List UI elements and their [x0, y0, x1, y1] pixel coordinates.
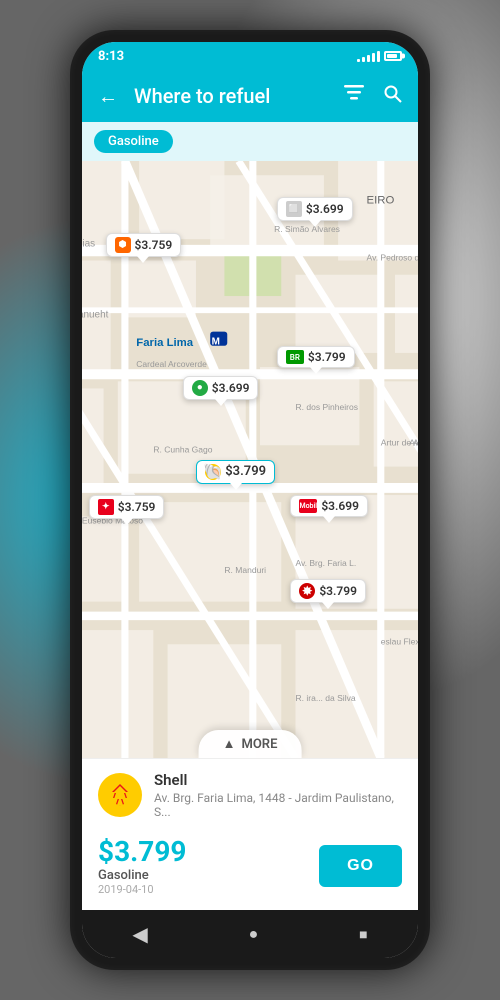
phone-frame: 8:13 ← Where to refuel	[70, 30, 430, 970]
shell-logo-svg	[105, 780, 135, 810]
svg-text:R. Cunha Gago: R. Cunha Gago	[153, 444, 212, 454]
status-time: 8:13	[98, 49, 124, 64]
station-card: Shell Av. Brg. Faria Lima, 1448 - Jardim…	[82, 758, 418, 910]
pin-logo-8: ✸	[299, 583, 315, 599]
pin-price-2: $3.699	[306, 202, 344, 216]
pin-price-7: $3.699	[321, 499, 359, 513]
filter-bar: Gasoline	[82, 122, 418, 161]
pin-logo-7: Mobil	[299, 499, 317, 513]
pin-logo-6: ✦	[98, 499, 114, 515]
search-icon[interactable]	[380, 81, 406, 112]
svg-text:EIRO: EIRO	[367, 195, 395, 207]
status-icons	[357, 50, 402, 62]
pin-price-3: $3.699	[212, 381, 250, 395]
more-label: MORE	[241, 737, 277, 752]
battery-fill	[387, 54, 397, 58]
back-button[interactable]: ←	[94, 80, 122, 113]
gasoline-filter-chip[interactable]: Gasoline	[94, 130, 173, 153]
svg-text:Rua São Manueht: Rua São Manueht	[82, 309, 109, 320]
svg-text:Faria Lima: Faria Lima	[136, 337, 194, 349]
station-logo	[98, 773, 142, 817]
pin-logo-1: ⬢	[115, 237, 131, 253]
more-icon: ▲	[223, 736, 236, 752]
price-pin-8[interactable]: ✸ $3.799	[290, 579, 366, 603]
status-bar: 8:13	[82, 42, 418, 70]
filter-icon[interactable]	[340, 81, 368, 112]
pin-logo-4: BR	[286, 350, 304, 364]
price-row: $3.799 Gasoline 2019-04-10 GO	[82, 827, 418, 910]
nav-home-button[interactable]: ●	[225, 916, 283, 952]
price-pin-4[interactable]: BR $3.799	[277, 346, 355, 368]
header-actions	[340, 81, 406, 112]
nav-bar: ◀ ● ■	[82, 910, 418, 958]
svg-text:Av. Brg. Faria L.: Av. Brg. Faria L.	[295, 558, 356, 568]
signal-icon	[357, 50, 380, 62]
page-title: Where to refuel	[134, 84, 328, 108]
go-button[interactable]: GO	[319, 845, 402, 887]
svg-text:R. ira... da Silva: R. ira... da Silva	[295, 693, 355, 703]
svg-text:R. Manduri: R. Manduri	[224, 565, 266, 575]
pin-logo-3: ●	[192, 380, 208, 396]
pin-price-1: $3.759	[135, 238, 173, 252]
price-main: $3.799 Gasoline 2019-04-10	[98, 835, 319, 896]
pin-price-6: $3.759	[118, 500, 156, 514]
svg-text:M: M	[212, 336, 220, 347]
station-details: Shell Av. Brg. Faria Lima, 1448 - Jardim…	[154, 771, 402, 819]
pin-logo-2: ⬜	[286, 201, 302, 217]
pin-price-8: $3.799	[319, 584, 357, 598]
price-pin-2[interactable]: ⬜ $3.699	[277, 197, 353, 221]
svg-text:R. Simão Álvares: R. Simão Álvares	[274, 224, 340, 234]
station-name: Shell	[154, 771, 402, 789]
pin-price-4: $3.799	[308, 350, 346, 364]
price-date: 2019-04-10	[98, 883, 319, 896]
more-button[interactable]: ▲ MORE	[199, 730, 302, 758]
price-pin-1[interactable]: ⬢ $3.759	[106, 233, 182, 257]
nav-back-button[interactable]: ◀	[108, 914, 171, 954]
svg-text:R. dos Pinheiros: R. dos Pinheiros	[295, 402, 357, 412]
battery-icon	[384, 51, 402, 61]
price-pin-7[interactable]: Mobil $3.699	[290, 495, 368, 517]
map-area[interactable]: R. Fernão Dias Rua São Manueht EIRO Fari…	[82, 161, 418, 758]
svg-text:eslau Flexa: eslau Flexa	[381, 636, 418, 646]
pin-price-5: $3.799	[225, 464, 266, 479]
svg-text:Av. Rebouças: Av. Rebouças	[409, 437, 418, 447]
price-pin-3[interactable]: ● $3.699	[183, 376, 259, 400]
phone-screen: 8:13 ← Where to refuel	[82, 42, 418, 958]
station-info: Shell Av. Brg. Faria Lima, 1448 - Jardim…	[82, 759, 418, 827]
price-pin-5[interactable]: 🐚 $3.799	[196, 460, 275, 484]
nav-recent-button[interactable]: ■	[335, 918, 391, 951]
svg-text:Cardeal Arcoverde: Cardeal Arcoverde	[136, 359, 207, 369]
pin-logo-5: 🐚	[205, 464, 221, 480]
fuel-type: Gasoline	[98, 868, 319, 883]
svg-text:R. Fernão Dias: R. Fernão Dias	[82, 238, 95, 249]
svg-text:Av. Pedroso de Mor: Av. Pedroso de Mor	[367, 253, 418, 263]
station-address: Av. Brg. Faria Lima, 1448 - Jardim Pauli…	[154, 791, 402, 819]
price-pin-6[interactable]: ✦ $3.759	[89, 495, 165, 519]
price-value: $3.799	[98, 835, 319, 868]
header: ← Where to refuel	[82, 70, 418, 122]
